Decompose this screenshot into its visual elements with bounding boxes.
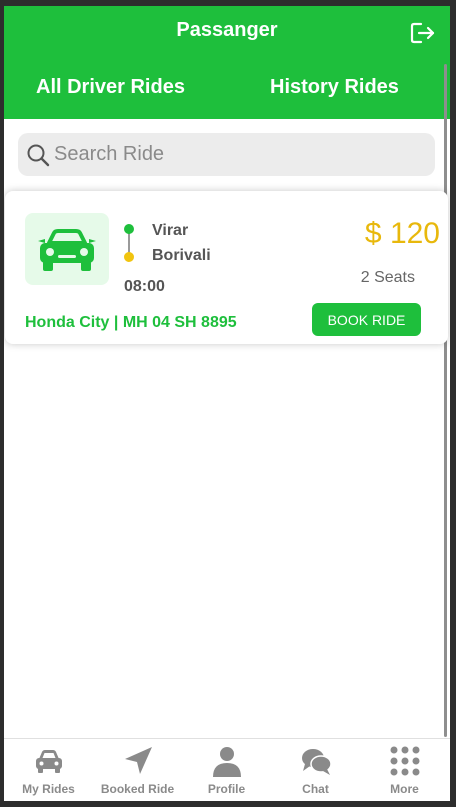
start-point-icon xyxy=(124,224,134,234)
nav-label: Profile xyxy=(207,782,246,796)
logout-icon[interactable] xyxy=(410,21,436,45)
car-icon xyxy=(36,750,62,773)
nav-label: My Rides xyxy=(22,782,75,796)
nav-label: Booked Ride xyxy=(100,782,175,796)
search-icon xyxy=(27,144,50,167)
nav-more[interactable]: More xyxy=(360,739,449,801)
chat-icon xyxy=(302,749,332,775)
book-ride-button[interactable]: BOOK RIDE xyxy=(312,303,421,336)
search-input[interactable] xyxy=(54,133,424,176)
tab-history-rides[interactable]: History Rides xyxy=(270,76,399,99)
nav-label: More xyxy=(390,782,419,796)
tab-all-driver-rides[interactable]: All Driver Rides xyxy=(36,76,185,99)
nav-profile[interactable]: Profile xyxy=(182,739,271,801)
person-icon xyxy=(213,747,241,777)
end-point-icon xyxy=(124,252,134,262)
tab-bar: All Driver Rides History Rides xyxy=(4,70,450,110)
car-icon xyxy=(38,229,96,271)
top-header: Passanger All Driver Rides History Rides xyxy=(4,6,450,119)
route-line xyxy=(128,231,130,253)
app-screen: Passanger All Driver Rides History Rides xyxy=(4,6,450,801)
scrollbar[interactable] xyxy=(444,64,447,737)
nav-booked-ride[interactable]: Booked Ride xyxy=(93,739,182,801)
ride-seats: 2 Seats xyxy=(360,269,415,286)
ride-origin: Virar xyxy=(152,222,189,239)
search-bar xyxy=(18,133,435,176)
navigation-arrow-icon xyxy=(125,747,152,774)
ride-destination: Borivali xyxy=(152,247,211,264)
page-title: Passanger xyxy=(176,19,278,41)
nav-my-rides[interactable]: My Rides xyxy=(4,739,93,801)
vehicle-thumbnail xyxy=(25,213,109,285)
ride-card[interactable]: Virar Borivali 08:00 $ 120 2 Seats Honda… xyxy=(5,191,448,344)
vehicle-details: Honda City | MH 04 SH 8895 xyxy=(25,314,237,331)
nav-label: Chat xyxy=(302,782,329,796)
ride-price: $ 120 xyxy=(364,217,440,250)
nav-chat[interactable]: Chat xyxy=(271,739,360,801)
ride-time: 08:00 xyxy=(124,278,165,295)
bottom-navigation: My Rides Booked Ride Profile Chat More xyxy=(4,738,450,801)
grid-dots-icon xyxy=(390,746,420,776)
